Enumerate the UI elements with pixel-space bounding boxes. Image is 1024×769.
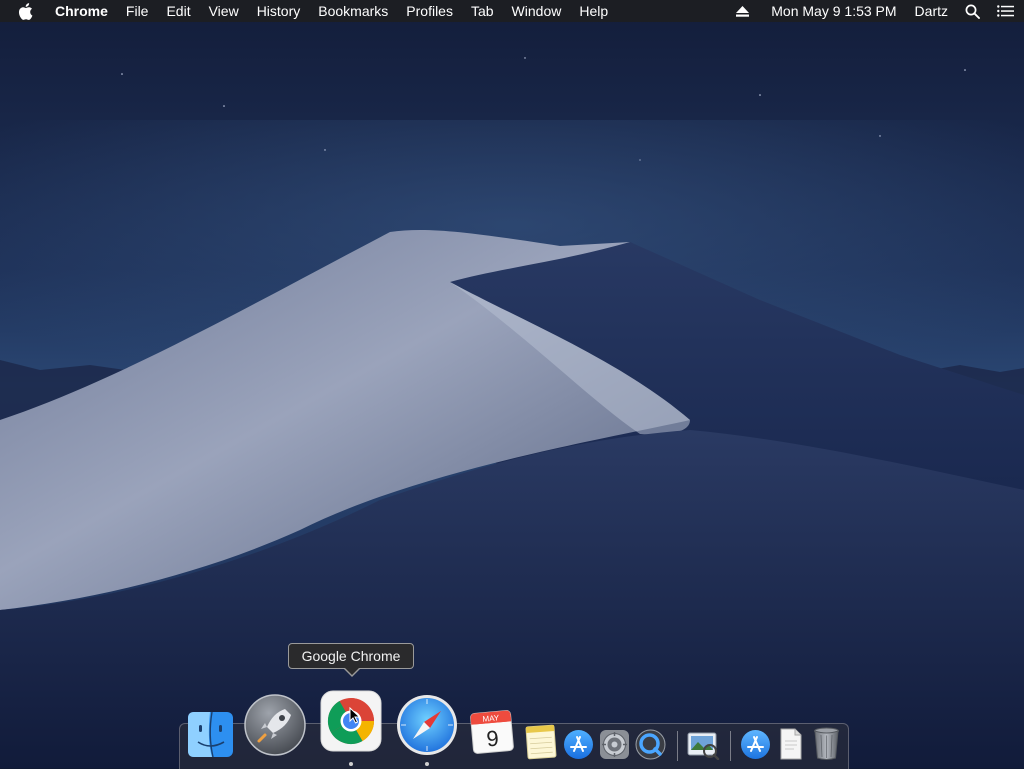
- menu-help[interactable]: Help: [570, 0, 617, 22]
- calendar-icon: MAY 9: [470, 710, 514, 754]
- menu-bookmarks[interactable]: Bookmarks: [309, 0, 397, 22]
- document-icon: [780, 728, 802, 760]
- dock-item-calendar[interactable]: MAY 9: [469, 709, 515, 755]
- app-menu-chrome[interactable]: Chrome: [46, 0, 117, 22]
- dock-item-finder[interactable]: [187, 711, 234, 758]
- dock-item-applications[interactable]: [740, 729, 771, 760]
- notification-center-icon: [996, 5, 1014, 17]
- launchpad-icon: [244, 694, 306, 756]
- menu-file[interactable]: File: [117, 0, 158, 22]
- spotlight-search-icon: [965, 4, 980, 19]
- calendar-day: 9: [485, 725, 499, 751]
- menu-view[interactable]: View: [200, 0, 248, 22]
- apple-icon: [18, 2, 33, 20]
- desktop-wallpaper: [0, 0, 1024, 768]
- notes-icon: [525, 724, 557, 760]
- menu-window[interactable]: Window: [503, 0, 571, 22]
- dock-item-documents[interactable]: [778, 727, 804, 761]
- finder-icon: [188, 711, 233, 758]
- trash-icon: [814, 727, 839, 760]
- menu-bar: Chrome File Edit View History Bookmarks …: [0, 0, 1024, 22]
- mouse-cursor-icon: [349, 707, 361, 724]
- menu-tab[interactable]: Tab: [462, 0, 503, 22]
- preview-icon: [687, 732, 720, 760]
- apple-menu-button[interactable]: [0, 0, 38, 22]
- menu-profiles[interactable]: Profiles: [397, 0, 462, 22]
- dock-item-safari[interactable]: [396, 694, 458, 756]
- safari-icon: [397, 695, 457, 755]
- spotlight-button[interactable]: [958, 0, 986, 22]
- dock-separator: [677, 731, 678, 761]
- dock-item-app-store[interactable]: [563, 729, 594, 760]
- eject-icon: [735, 5, 749, 17]
- running-indicator-chrome: [349, 762, 353, 766]
- menu-clock[interactable]: Mon May 9 1:53 PM: [759, 0, 904, 22]
- system-preferences-icon: [600, 730, 629, 759]
- calendar-month: MAY: [482, 713, 500, 723]
- dock-item-launchpad[interactable]: [243, 693, 307, 757]
- menu-history[interactable]: History: [248, 0, 310, 22]
- dock-item-system-preferences[interactable]: [599, 729, 630, 760]
- notification-center-button[interactable]: [986, 0, 1024, 22]
- running-indicator-safari: [425, 762, 429, 766]
- menu-user[interactable]: Dartz: [905, 0, 958, 22]
- dock-separator-2: [730, 731, 731, 761]
- eject-button[interactable]: [725, 0, 759, 22]
- dock-item-google-chrome[interactable]: [320, 690, 382, 752]
- applications-folder-icon: [741, 730, 770, 759]
- app-store-icon: [564, 730, 593, 759]
- dock-tooltip: Google Chrome: [288, 643, 414, 677]
- quicktime-icon: [635, 729, 666, 760]
- dock-item-quicktime[interactable]: [635, 729, 666, 760]
- dock-item-trash[interactable]: [812, 726, 841, 761]
- dock-item-notes[interactable]: [525, 724, 557, 760]
- menu-edit[interactable]: Edit: [157, 0, 199, 22]
- dock-item-preview[interactable]: [686, 729, 720, 760]
